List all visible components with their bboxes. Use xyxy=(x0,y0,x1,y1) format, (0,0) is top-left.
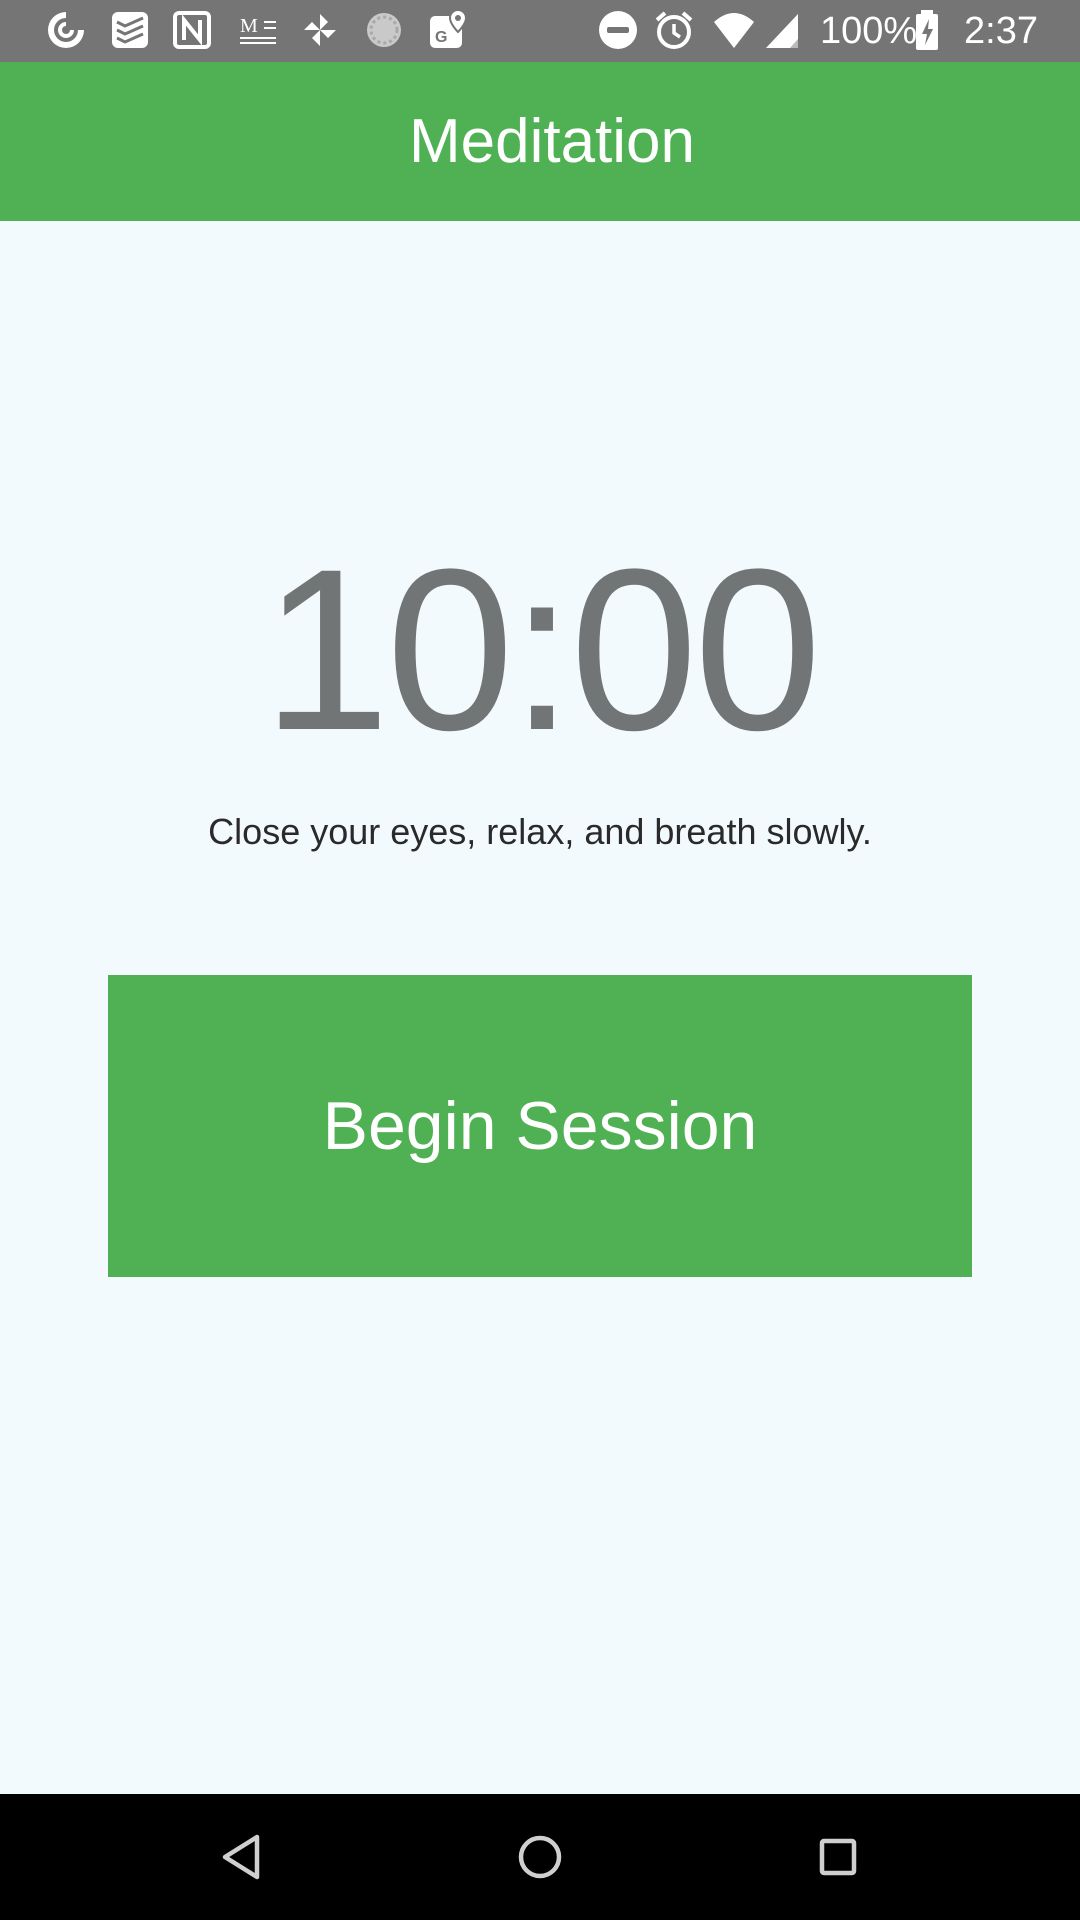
screen: M G 100% 2:37 Meditation 10:00 Close you… xyxy=(0,0,1080,1920)
status-bar: M G 100% 2:37 xyxy=(0,0,1080,62)
page-title: Meditation xyxy=(408,107,696,176)
navigation-bar xyxy=(0,1794,1080,1920)
clock: 2:37 xyxy=(964,10,1038,52)
svg-text:G: G xyxy=(435,29,447,46)
battery-percentage: 100% xyxy=(820,10,918,52)
home-button[interactable] xyxy=(505,1822,575,1892)
loading-circle-icon xyxy=(362,8,406,52)
home-icon xyxy=(517,1834,563,1880)
begin-session-button[interactable]: Begin Session xyxy=(108,975,972,1277)
cellular-signal-icon xyxy=(762,8,806,52)
notion-icon xyxy=(170,8,214,52)
recents-icon xyxy=(818,1837,858,1877)
svg-text:M: M xyxy=(240,15,258,37)
google-maps-icon: G xyxy=(426,8,470,52)
back-button[interactable] xyxy=(206,1822,276,1892)
recents-button[interactable] xyxy=(803,1822,873,1892)
instruction-text: Close your eyes, relax, and breath slowl… xyxy=(208,811,872,852)
pocket-casts-icon xyxy=(44,8,88,52)
pinwheel-icon xyxy=(298,8,342,52)
app-bar: Meditation xyxy=(0,62,1080,221)
back-icon xyxy=(219,1833,263,1881)
timer-display: 10:00 xyxy=(262,521,822,778)
alarm-icon xyxy=(652,8,696,52)
do-not-disturb-icon xyxy=(596,8,640,52)
wifi-icon xyxy=(712,8,756,52)
markdown-icon: M xyxy=(236,8,280,52)
todoist-icon xyxy=(108,8,152,52)
battery-charging-icon xyxy=(912,8,942,52)
